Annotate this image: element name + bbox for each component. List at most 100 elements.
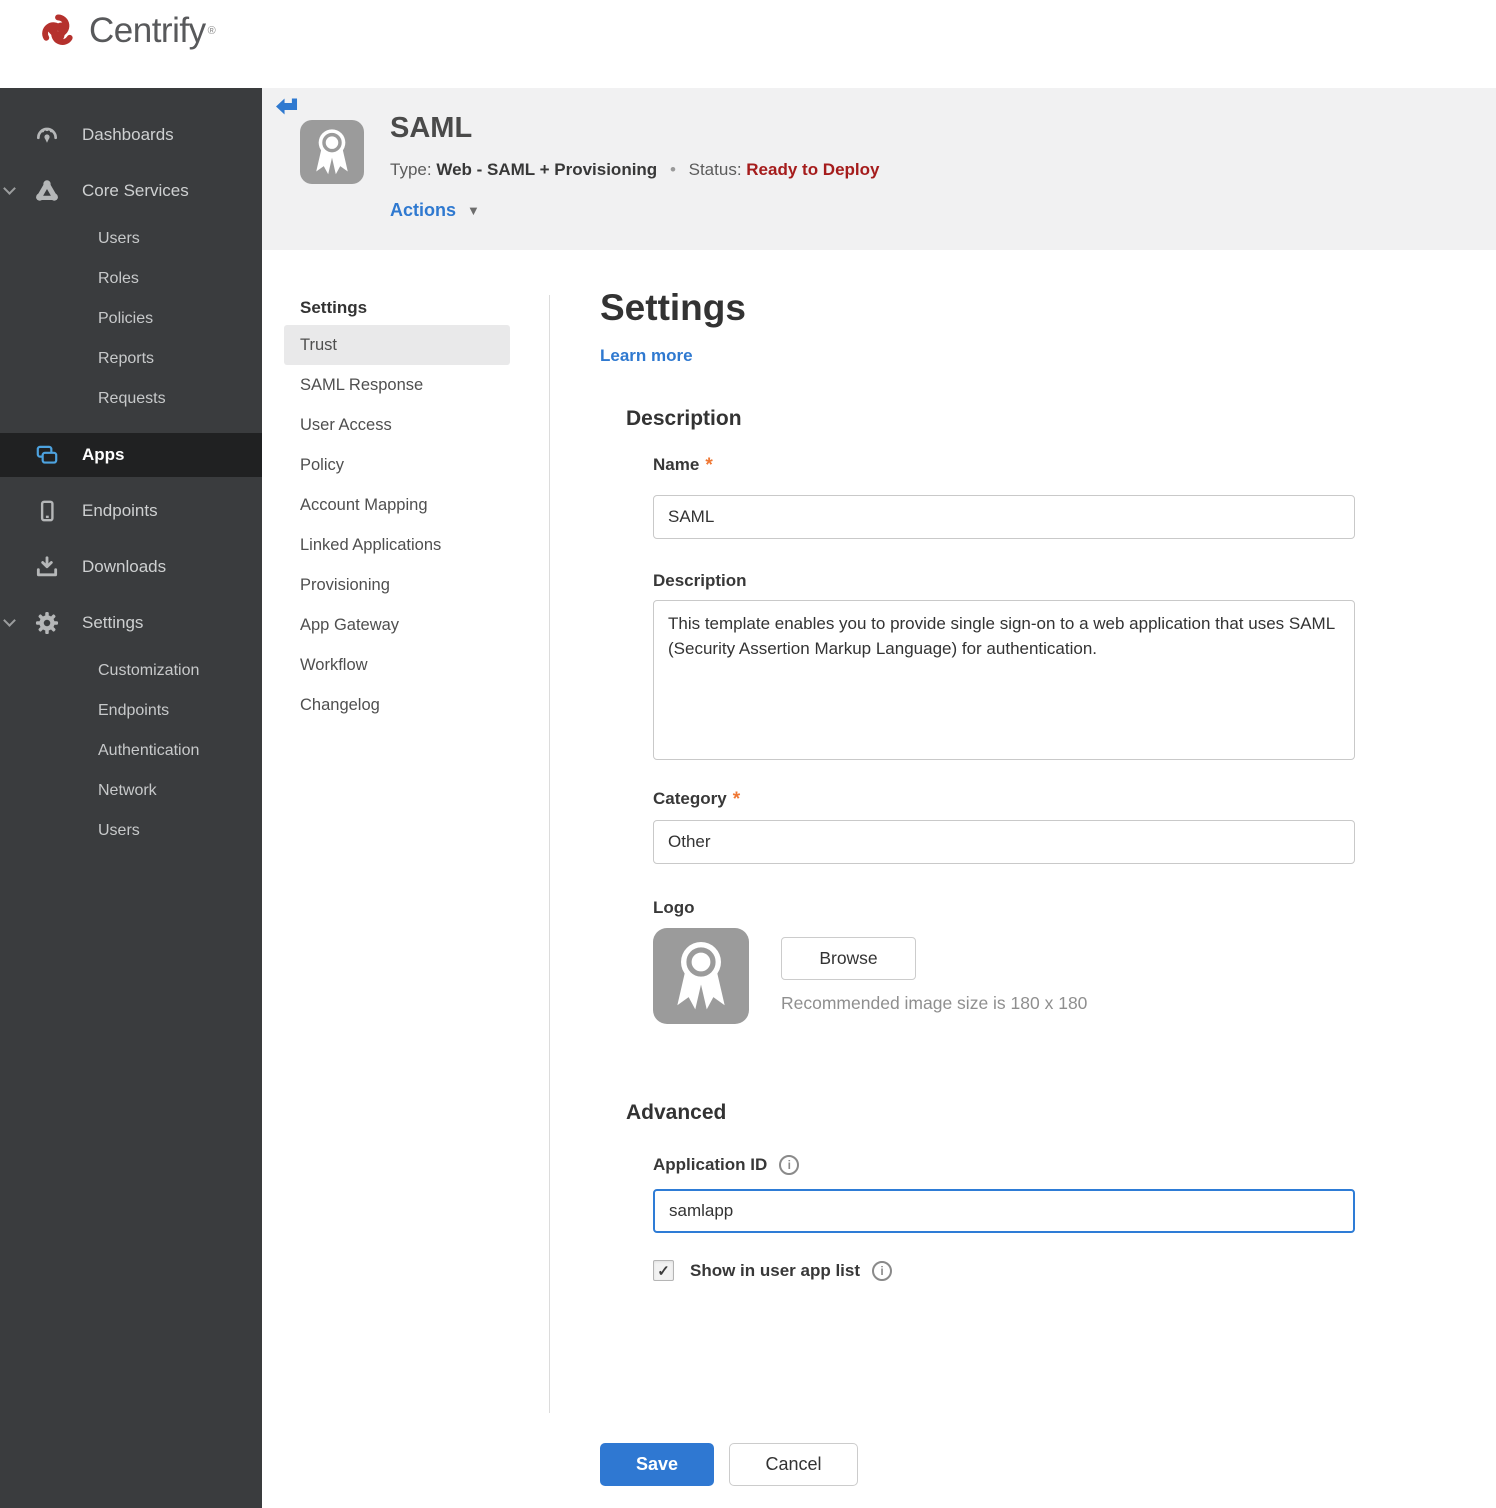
show-in-user-app-list-label: Show in user app list <box>690 1260 861 1280</box>
sidebar-item-label: Users <box>98 822 140 839</box>
sidebar-item-label: Requests <box>98 390 166 407</box>
sidebar-item-requests[interactable]: Requests <box>0 379 262 419</box>
apps-icon <box>33 441 61 469</box>
subnav-title: Settings <box>300 298 368 317</box>
sidebar-item-users-settings[interactable]: Users <box>0 811 262 851</box>
name-label: Name * <box>653 455 713 476</box>
sidebar-item-label: Core Services <box>82 181 189 200</box>
info-icon[interactable]: i <box>779 1155 800 1175</box>
sidebar-item-label: Roles <box>98 270 139 287</box>
app-type-status-line: Type: Web - SAML + Provisioning • Status… <box>390 160 879 180</box>
gear-icon <box>33 609 61 637</box>
dot-separator: • <box>669 160 676 179</box>
sidebar-item-label: Network <box>98 782 157 799</box>
sidebar-item-label: Settings <box>82 613 144 632</box>
subnav-item-workflow[interactable]: Workflow <box>284 645 510 685</box>
sidebar-item-users[interactable]: Users <box>0 219 262 259</box>
sidebar-item-label: Downloads <box>82 557 167 576</box>
app-logo-icon <box>300 120 364 184</box>
download-icon <box>33 553 61 581</box>
cancel-button[interactable]: Cancel <box>729 1443 858 1486</box>
endpoints-device-icon <box>33 497 61 525</box>
sidebar-item-label: Apps <box>82 445 125 464</box>
sidebar-item-label: Reports <box>98 350 155 367</box>
subnav-item-trust[interactable]: Trust <box>284 325 510 365</box>
required-asterisk: * <box>732 789 741 810</box>
sidebar-item-authentication[interactable]: Authentication <box>0 731 262 771</box>
logo-row: Browse Recommended image size is 180 x 1… <box>653 928 1355 1024</box>
app-logo-preview <box>653 928 749 1024</box>
caret-down-icon: ▼ <box>467 203 480 218</box>
save-button[interactable]: Save <box>600 1443 714 1486</box>
subnav-item-provisioning[interactable]: Provisioning <box>284 565 510 605</box>
category-label: Category * <box>653 789 741 810</box>
application-id-field[interactable] <box>653 1189 1355 1233</box>
category-field[interactable] <box>653 820 1355 864</box>
sidebar-item-endpoints-settings[interactable]: Endpoints <box>0 691 262 731</box>
status-badge: Ready to Deploy <box>746 160 880 179</box>
core-services-icon <box>33 177 61 205</box>
type-label: Type: <box>390 160 432 179</box>
show-in-user-app-list-row: ✓ Show in user app list i <box>653 1260 1355 1281</box>
centrify-swirl-icon <box>42 14 73 45</box>
brand-name: Centrify <box>89 11 206 50</box>
form-actions: Save Cancel <box>600 1443 858 1486</box>
subnav-item-saml-response[interactable]: SAML Response <box>284 365 510 405</box>
sidebar-item-policies[interactable]: Policies <box>0 299 262 339</box>
back-arrow-icon[interactable] <box>276 97 298 116</box>
subnav-item-account-mapping[interactable]: Account Mapping <box>284 485 510 525</box>
sidebar-item-core-services[interactable]: Core Services <box>0 169 262 213</box>
sidebar-item-reports[interactable]: Reports <box>0 339 262 379</box>
brand-trademark: ® <box>207 25 216 37</box>
show-in-user-app-list-checkbox[interactable]: ✓ <box>653 1260 674 1281</box>
logo-controls: Browse Recommended image size is 180 x 1… <box>781 928 1087 1024</box>
dashboard-gauge-icon <box>33 121 61 149</box>
app-header: SAML Type: Web - SAML + Provisioning • S… <box>262 88 1496 250</box>
required-asterisk: * <box>705 455 713 476</box>
description-section-heading: Description <box>626 407 742 430</box>
top-bar: Centrify ® <box>0 0 1496 88</box>
sidebar-item-downloads[interactable]: Downloads <box>0 545 262 589</box>
sidebar-item-settings[interactable]: Settings <box>0 601 262 645</box>
vertical-divider <box>549 295 550 1413</box>
browse-button[interactable]: Browse <box>781 937 916 980</box>
name-field[interactable] <box>653 495 1355 539</box>
logo-label: Logo <box>653 898 695 917</box>
app-title: SAML <box>390 112 473 144</box>
actions-label: Actions <box>390 200 457 220</box>
chevron-down-icon <box>3 614 16 627</box>
learn-more-link[interactable]: Learn more <box>600 346 693 366</box>
settings-main-panel: Settings Learn more Description Name* De… <box>600 250 1360 1281</box>
sidebar-item-roles[interactable]: Roles <box>0 259 262 299</box>
advanced-section-heading: Advanced <box>626 1101 727 1124</box>
brand-logo: Centrify ® <box>33 6 216 56</box>
description-fields: Name* Description This template enables … <box>653 454 1355 1024</box>
settings-subnav: Settings Trust SAML Response User Access… <box>284 291 510 725</box>
sidebar-item-label: Endpoints <box>82 501 158 520</box>
sidebar: Dashboards Core Services Users Roles Pol… <box>0 88 262 1508</box>
status-label: Status: <box>688 160 742 179</box>
sidebar-item-customization[interactable]: Customization <box>0 651 262 691</box>
subnav-item-policy[interactable]: Policy <box>284 445 510 485</box>
sidebar-item-apps[interactable]: Apps <box>0 433 262 477</box>
subnav-item-user-access[interactable]: User Access <box>284 405 510 445</box>
type-value: Web - SAML + Provisioning <box>436 160 658 179</box>
application-id-label-row: Application ID i <box>653 1154 1355 1176</box>
application-id-label: Application ID <box>653 1155 768 1174</box>
sidebar-item-label: Endpoints <box>98 702 170 719</box>
subnav-item-changelog[interactable]: Changelog <box>284 685 510 725</box>
sidebar-item-label: Authentication <box>98 742 200 759</box>
chevron-down-icon <box>3 182 16 195</box>
sidebar-item-network[interactable]: Network <box>0 771 262 811</box>
advanced-fields: Application ID i ✓ Show in user app list… <box>653 1154 1355 1281</box>
subnav-item-linked-applications[interactable]: Linked Applications <box>284 525 510 565</box>
description-field[interactable]: This template enables you to provide sin… <box>653 600 1355 760</box>
info-icon[interactable]: i <box>872 1260 893 1281</box>
subnav-item-app-gateway[interactable]: App Gateway <box>284 605 510 645</box>
actions-dropdown[interactable]: Actions ▼ <box>390 200 480 221</box>
sidebar-item-label: Customization <box>98 662 200 679</box>
sidebar-item-endpoints[interactable]: Endpoints <box>0 489 262 533</box>
sidebar-item-dashboards[interactable]: Dashboards <box>0 113 262 157</box>
sidebar-item-label: Dashboards <box>82 125 174 144</box>
content-area: Settings Trust SAML Response User Access… <box>262 250 1496 1508</box>
